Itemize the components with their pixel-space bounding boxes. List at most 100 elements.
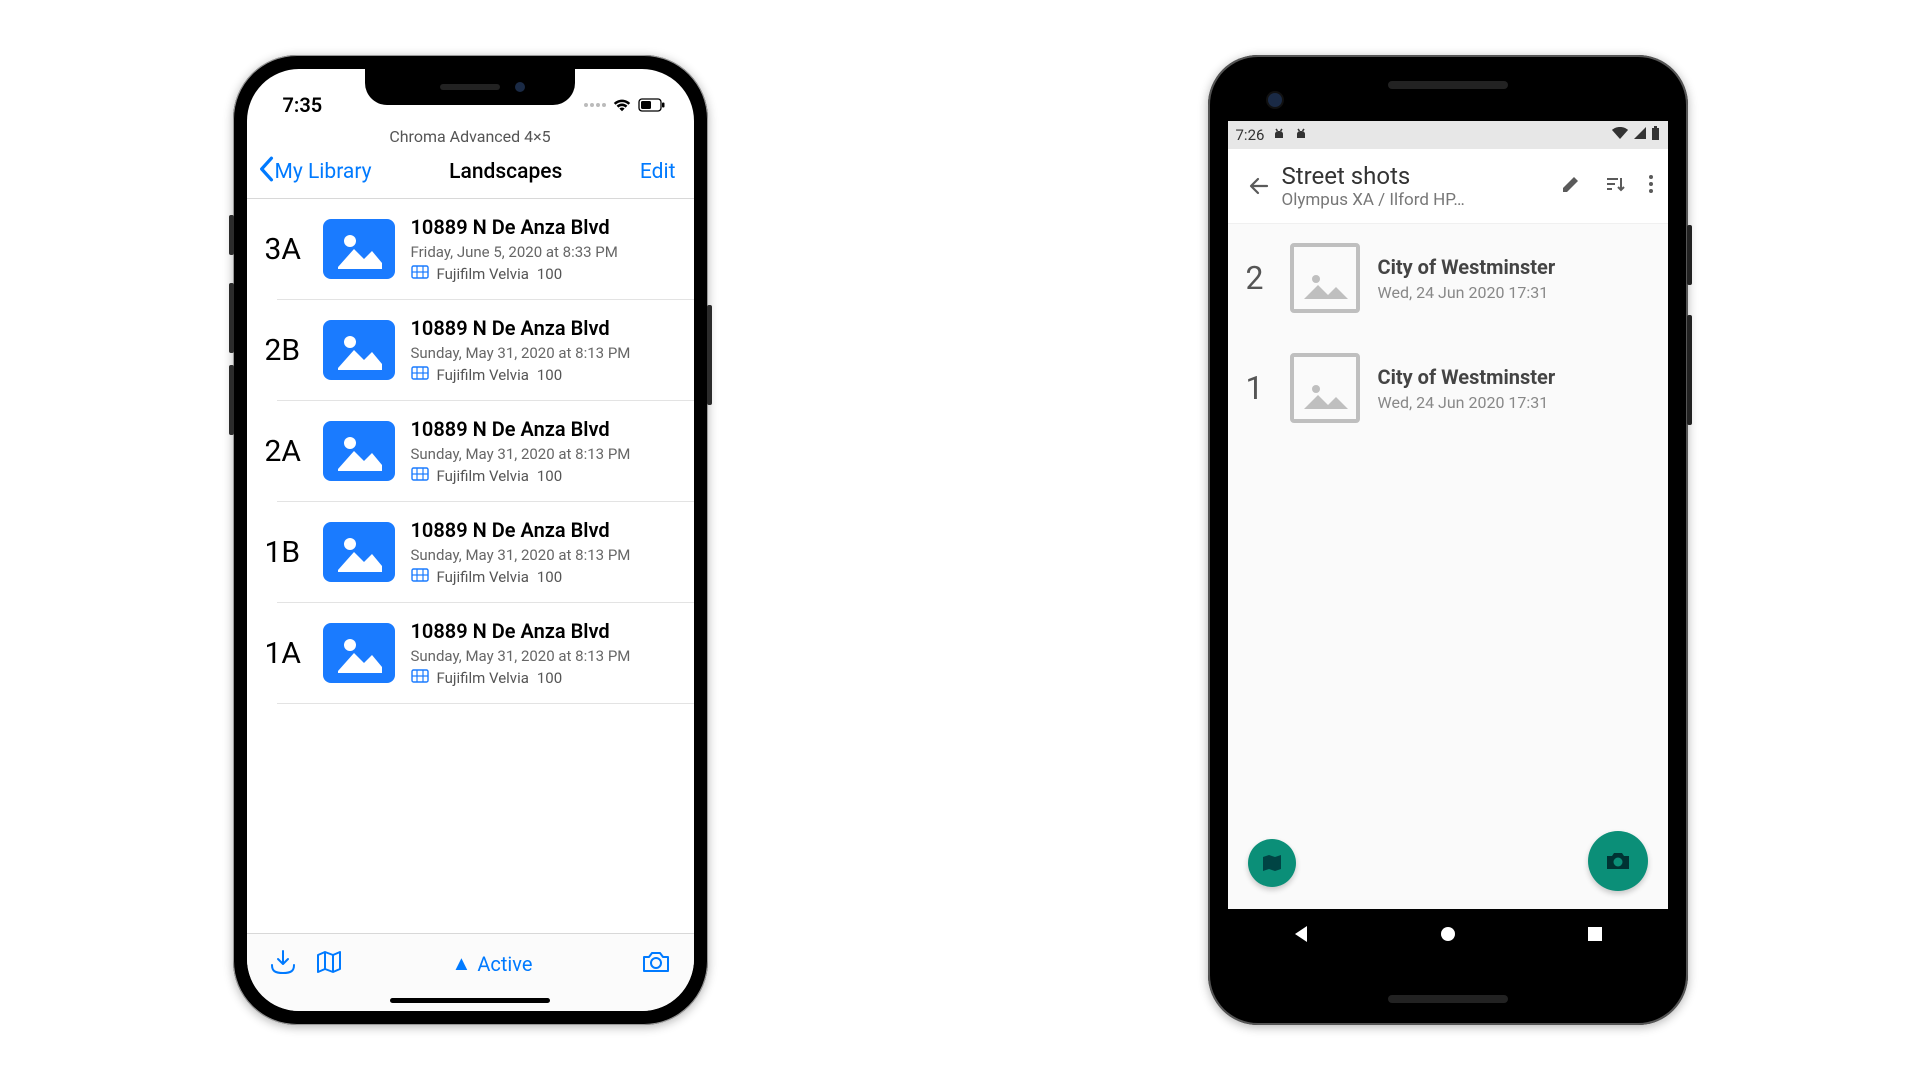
cellular-dots-icon — [584, 103, 606, 107]
fab-camera-button[interactable] — [1588, 831, 1648, 891]
page-subtitle: Olympus XA / Ilford HP… — [1282, 190, 1560, 210]
iphone-volume-up — [229, 283, 234, 353]
app-caption: Chroma Advanced 4×5 — [247, 119, 694, 150]
android-app-bar: Street shots Olympus XA / Ilford HP… — [1228, 149, 1668, 223]
frame-date: Sunday, May 31, 2020 at 8:13 PM — [411, 647, 684, 665]
cellular-icon — [1633, 126, 1647, 144]
iphone-device-frame: 7:35 Chroma Advanced 4×5 My Library Land… — [233, 55, 708, 1025]
nav-back-button[interactable] — [1291, 924, 1311, 948]
camera-icon — [1605, 850, 1631, 872]
film-name: Fujifilm Velvia — [437, 366, 529, 384]
chevron-left-icon — [257, 156, 275, 188]
list-item[interactable]: 2 City of Westminster Wed, 24 Jun 2020 1… — [1228, 223, 1668, 333]
wifi-icon — [1611, 126, 1629, 144]
frame-film: Fujifilm Velvia 100 — [411, 467, 684, 485]
edit-button[interactable]: Edit — [640, 160, 676, 184]
list-item[interactable]: 2A 10889 N De Anza Blvd Sunday, May 31, … — [277, 401, 694, 502]
iphone-mute-switch — [229, 215, 234, 255]
frame-film: Fujifilm Velvia 100 — [411, 366, 684, 384]
frame-date: Sunday, May 31, 2020 at 8:13 PM — [411, 344, 684, 362]
edit-icon[interactable] — [1560, 173, 1582, 199]
triangle-up-icon: ▲ — [452, 951, 472, 976]
frame-title: 10889 N De Anza Blvd — [411, 619, 684, 643]
frame-film: Fujifilm Velvia 100 — [411, 265, 684, 283]
fab-map-button[interactable] — [1248, 839, 1296, 887]
nav-home-button[interactable] — [1438, 924, 1458, 948]
status-time: 7:26 — [1236, 126, 1265, 144]
status-active-label: Active — [477, 952, 532, 976]
frame-index: 2A — [265, 434, 323, 469]
photo-thumb-icon — [323, 623, 395, 683]
film-iso: 100 — [537, 467, 562, 485]
film-iso: 100 — [537, 669, 562, 687]
film-icon — [411, 467, 429, 485]
back-button[interactable] — [1236, 174, 1282, 198]
list-item[interactable]: 1A 10889 N De Anza Blvd Sunday, May 31, … — [277, 603, 694, 704]
photo-placeholder-icon — [1290, 353, 1360, 423]
film-name: Fujifilm Velvia — [437, 568, 529, 586]
film-icon — [411, 669, 429, 687]
frame-title: 10889 N De Anza Blvd — [411, 215, 684, 239]
more-icon[interactable] — [1648, 173, 1654, 199]
camera-icon[interactable] — [641, 949, 671, 979]
download-icon[interactable] — [269, 949, 297, 979]
nav-recents-button[interactable] — [1586, 925, 1604, 947]
frame-film: Fujifilm Velvia 100 — [411, 669, 684, 687]
back-button[interactable]: My Library — [257, 156, 372, 188]
map-icon — [1261, 852, 1283, 874]
frame-date: Friday, June 5, 2020 at 8:33 PM — [411, 243, 684, 261]
ios-nav-bar: My Library Landscapes Edit — [247, 150, 694, 199]
frames-list[interactable]: 3A 10889 N De Anza Blvd Friday, June 5, … — [247, 199, 694, 704]
shot-date: Wed, 24 Jun 2020 17:31 — [1378, 283, 1650, 302]
frame-title: 10889 N De Anza Blvd — [411, 518, 684, 542]
photo-thumb-icon — [323, 219, 395, 279]
photo-thumb-icon — [323, 320, 395, 380]
frame-index: 2B — [265, 333, 323, 368]
pixel-device-frame: 7:26 — [1208, 55, 1688, 1025]
pixel-volume-rocker — [1687, 315, 1692, 425]
earpiece-speaker — [1388, 81, 1508, 89]
page-title: Street shots — [1282, 162, 1560, 190]
film-iso: 100 — [537, 568, 562, 586]
home-indicator[interactable] — [390, 998, 550, 1003]
film-iso: 100 — [537, 366, 562, 384]
frame-title: 10889 N De Anza Blvd — [411, 417, 684, 441]
film-icon — [411, 366, 429, 384]
status-active-button[interactable]: ▲ Active — [452, 951, 533, 976]
bottom-speaker — [1388, 995, 1508, 1003]
wifi-icon — [612, 93, 632, 117]
frame-index: 1A — [265, 636, 323, 671]
shot-title: City of Westminster — [1378, 255, 1650, 279]
android-status-bar: 7:26 — [1228, 121, 1668, 149]
back-label: My Library — [275, 160, 372, 184]
list-item[interactable]: 2B 10889 N De Anza Blvd Sunday, May 31, … — [277, 300, 694, 401]
android-head-icon — [1294, 126, 1308, 144]
frame-date: Sunday, May 31, 2020 at 8:13 PM — [411, 546, 684, 564]
list-item[interactable]: 3A 10889 N De Anza Blvd Friday, June 5, … — [277, 199, 694, 300]
sort-icon[interactable] — [1604, 173, 1626, 199]
iphone-notch — [365, 69, 575, 105]
film-iso: 100 — [537, 265, 562, 283]
shot-title: City of Westminster — [1378, 365, 1650, 389]
film-icon — [411, 265, 429, 283]
frame-film: Fujifilm Velvia 100 — [411, 568, 684, 586]
front-camera-icon — [1268, 93, 1282, 107]
list-item[interactable]: 1 City of Westminster Wed, 24 Jun 2020 1… — [1228, 333, 1668, 443]
film-name: Fujifilm Velvia — [437, 467, 529, 485]
list-item[interactable]: 1B 10889 N De Anza Blvd Sunday, May 31, … — [277, 502, 694, 603]
frame-index: 1B — [265, 535, 323, 570]
frame-title: 10889 N De Anza Blvd — [411, 316, 684, 340]
arrow-left-icon — [1247, 174, 1271, 198]
iphone-screen: 7:35 Chroma Advanced 4×5 My Library Land… — [247, 69, 694, 1011]
android-nav-bar — [1228, 909, 1668, 963]
map-icon[interactable] — [315, 949, 343, 979]
shots-list[interactable]: 2 City of Westminster Wed, 24 Jun 2020 1… — [1228, 223, 1668, 443]
battery-icon — [638, 93, 666, 117]
pixel-power-button — [1687, 225, 1692, 285]
film-name: Fujifilm Velvia — [437, 265, 529, 283]
photo-thumb-icon — [323, 421, 395, 481]
battery-icon — [1651, 126, 1660, 145]
shot-index: 1 — [1238, 369, 1272, 407]
status-time: 7:35 — [283, 93, 323, 117]
iphone-side-button — [707, 305, 712, 405]
